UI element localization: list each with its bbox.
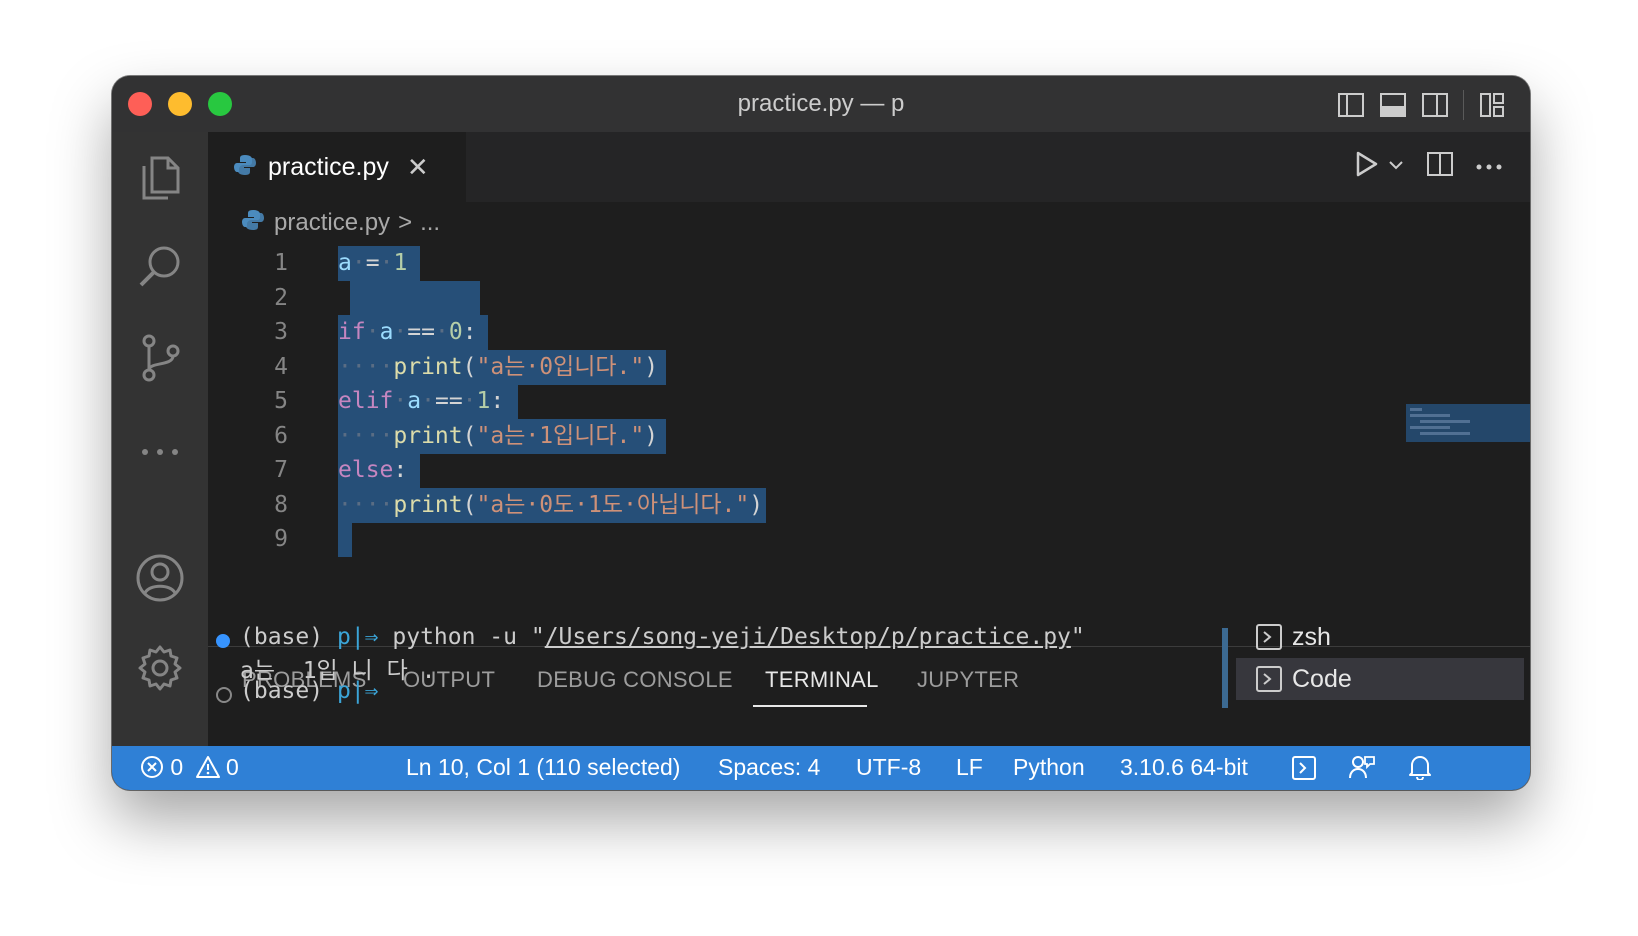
code-text: ····print("a는·0입니다.") — [338, 354, 659, 380]
encoding-status[interactable]: UTF-8 — [856, 754, 921, 781]
terminal-instance-zsh[interactable]: zsh — [1236, 616, 1524, 658]
code-line[interactable]: 8 ····print("a는·0도·1도·아닙니다.") — [208, 488, 1438, 523]
command-success-dot[interactable] — [216, 634, 230, 648]
code-line[interactable]: 6 ····print("a는·1입니다.") — [208, 419, 1438, 454]
python-icon — [242, 209, 264, 238]
code-text: ····print("a는·1입니다.") — [338, 423, 659, 449]
error-icon — [141, 756, 163, 778]
tab-practice-py[interactable]: practice.py ✕ — [208, 132, 466, 202]
terminal-icon[interactable] — [1292, 756, 1316, 786]
code-line[interactable]: 5 elif·a·==·1: — [208, 384, 1438, 419]
eol-status[interactable]: LF — [956, 754, 983, 781]
active-tab-indicator — [753, 705, 867, 707]
terminal-command-line: (base) p|⇒ python -u "/Users/song-yeji/D… — [240, 624, 1085, 650]
problems-status[interactable]: 0 0 — [140, 754, 239, 781]
indentation-status[interactable]: Spaces: 4 — [718, 754, 820, 781]
tab-terminal[interactable]: TERMINAL — [765, 667, 879, 693]
selection-highlight — [338, 522, 352, 557]
python-icon — [234, 154, 256, 181]
toggle-panel-icon[interactable] — [1379, 91, 1407, 119]
warning-icon — [195, 756, 220, 778]
terminal-icon — [1256, 624, 1282, 650]
more-icon[interactable] — [132, 424, 188, 480]
breadcrumb: practice.py > ... — [208, 202, 1530, 244]
selection-highlight — [350, 281, 480, 316]
layout-divider — [1463, 90, 1464, 120]
code-line[interactable]: 7 else: — [208, 453, 1438, 488]
source-control-icon[interactable] — [132, 330, 188, 386]
interpreter-status[interactable]: 3.10.6 64-bit — [1120, 754, 1248, 781]
title-bar: practice.py — p — [112, 76, 1530, 132]
line-number: 7 — [274, 457, 288, 483]
line-number: 2 — [274, 285, 288, 311]
line-number: 6 — [274, 423, 288, 449]
layout-controls — [1337, 90, 1506, 120]
bell-icon[interactable] — [1408, 754, 1432, 786]
breadcrumb-more[interactable]: ... — [420, 209, 440, 237]
feedback-icon[interactable] — [1348, 754, 1376, 786]
toggle-primary-sidebar-icon[interactable] — [1337, 91, 1365, 119]
minimap[interactable] — [1406, 404, 1530, 442]
terminal-instance-code[interactable]: Code — [1236, 658, 1524, 700]
line-number: 4 — [274, 354, 288, 380]
files-icon[interactable] — [132, 150, 188, 206]
code-text: elif·a·==·1: — [338, 388, 505, 414]
terminal-prompt-line: (base) p|⇒ — [240, 678, 379, 704]
more-actions-icon[interactable] — [1476, 158, 1502, 176]
code-text: if·a·==·0: — [338, 319, 477, 345]
line-number: 5 — [274, 388, 288, 414]
editor-actions — [1354, 150, 1502, 183]
code-editor[interactable]: 1 a·=·1 2 3 if·a·==·0: 4 ····print("a는·0입니다.")… — [208, 244, 1530, 646]
editor-tab-bar: practice.py ✕ — [208, 132, 1530, 202]
vscode-window: practice.py — p practice.py ✕ practice.p… — [112, 76, 1530, 790]
code-line[interactable]: 3 if·a·==·0: — [208, 315, 1438, 350]
line-number: 8 — [274, 492, 288, 518]
code-line[interactable]: 2 — [208, 281, 1438, 316]
code-line[interactable]: 4 ····print("a는·0입니다.") — [208, 350, 1438, 385]
split-editor-icon[interactable] — [1426, 150, 1454, 183]
terminal-icon — [1256, 666, 1282, 692]
breadcrumb-file[interactable]: practice.py — [274, 209, 390, 237]
breadcrumb-separator: > — [398, 209, 413, 236]
activity-bar — [112, 132, 208, 746]
code-text: a·=·1 — [338, 250, 408, 276]
cursor-position-status[interactable]: Ln 10, Col 1 (110 selected) — [406, 754, 680, 781]
command-pending-dot[interactable] — [216, 687, 232, 703]
search-icon[interactable] — [132, 238, 188, 294]
toggle-secondary-sidebar-icon[interactable] — [1421, 91, 1449, 119]
code-text: else: — [338, 457, 408, 483]
window-title: practice.py — p — [737, 90, 905, 117]
status-bar: 0 0 Ln 10, Col 1 (110 selected) Spaces: … — [112, 746, 1530, 790]
tab-debug-console[interactable]: DEBUG CONSOLE — [537, 667, 733, 693]
customize-layout-icon[interactable] — [1478, 91, 1506, 119]
settings-gear-icon[interactable] — [132, 640, 188, 696]
run-options-chevron-down-icon[interactable] — [1388, 158, 1404, 176]
line-number: 1 — [274, 250, 288, 276]
line-number: 3 — [274, 319, 288, 345]
line-number: 9 — [274, 526, 288, 552]
file-path-link[interactable]: /Users/song-yeji/Desktop/p/practice.py — [545, 624, 1071, 650]
code-text: ····print("a는·0도·1도·아닙니다.") — [338, 492, 764, 518]
tab-jupyter[interactable]: JUPYTER — [917, 667, 1019, 693]
account-icon[interactable] — [132, 550, 188, 606]
terminal-scrollbar[interactable] — [1222, 628, 1228, 708]
language-mode-status[interactable]: Python — [1013, 754, 1085, 781]
tab-label: practice.py — [268, 152, 389, 181]
code-line[interactable]: 9 — [208, 522, 1438, 557]
code-line[interactable]: 1 a·=·1 — [208, 246, 1438, 281]
run-icon[interactable] — [1354, 150, 1380, 183]
close-tab-icon[interactable]: ✕ — [407, 154, 429, 180]
